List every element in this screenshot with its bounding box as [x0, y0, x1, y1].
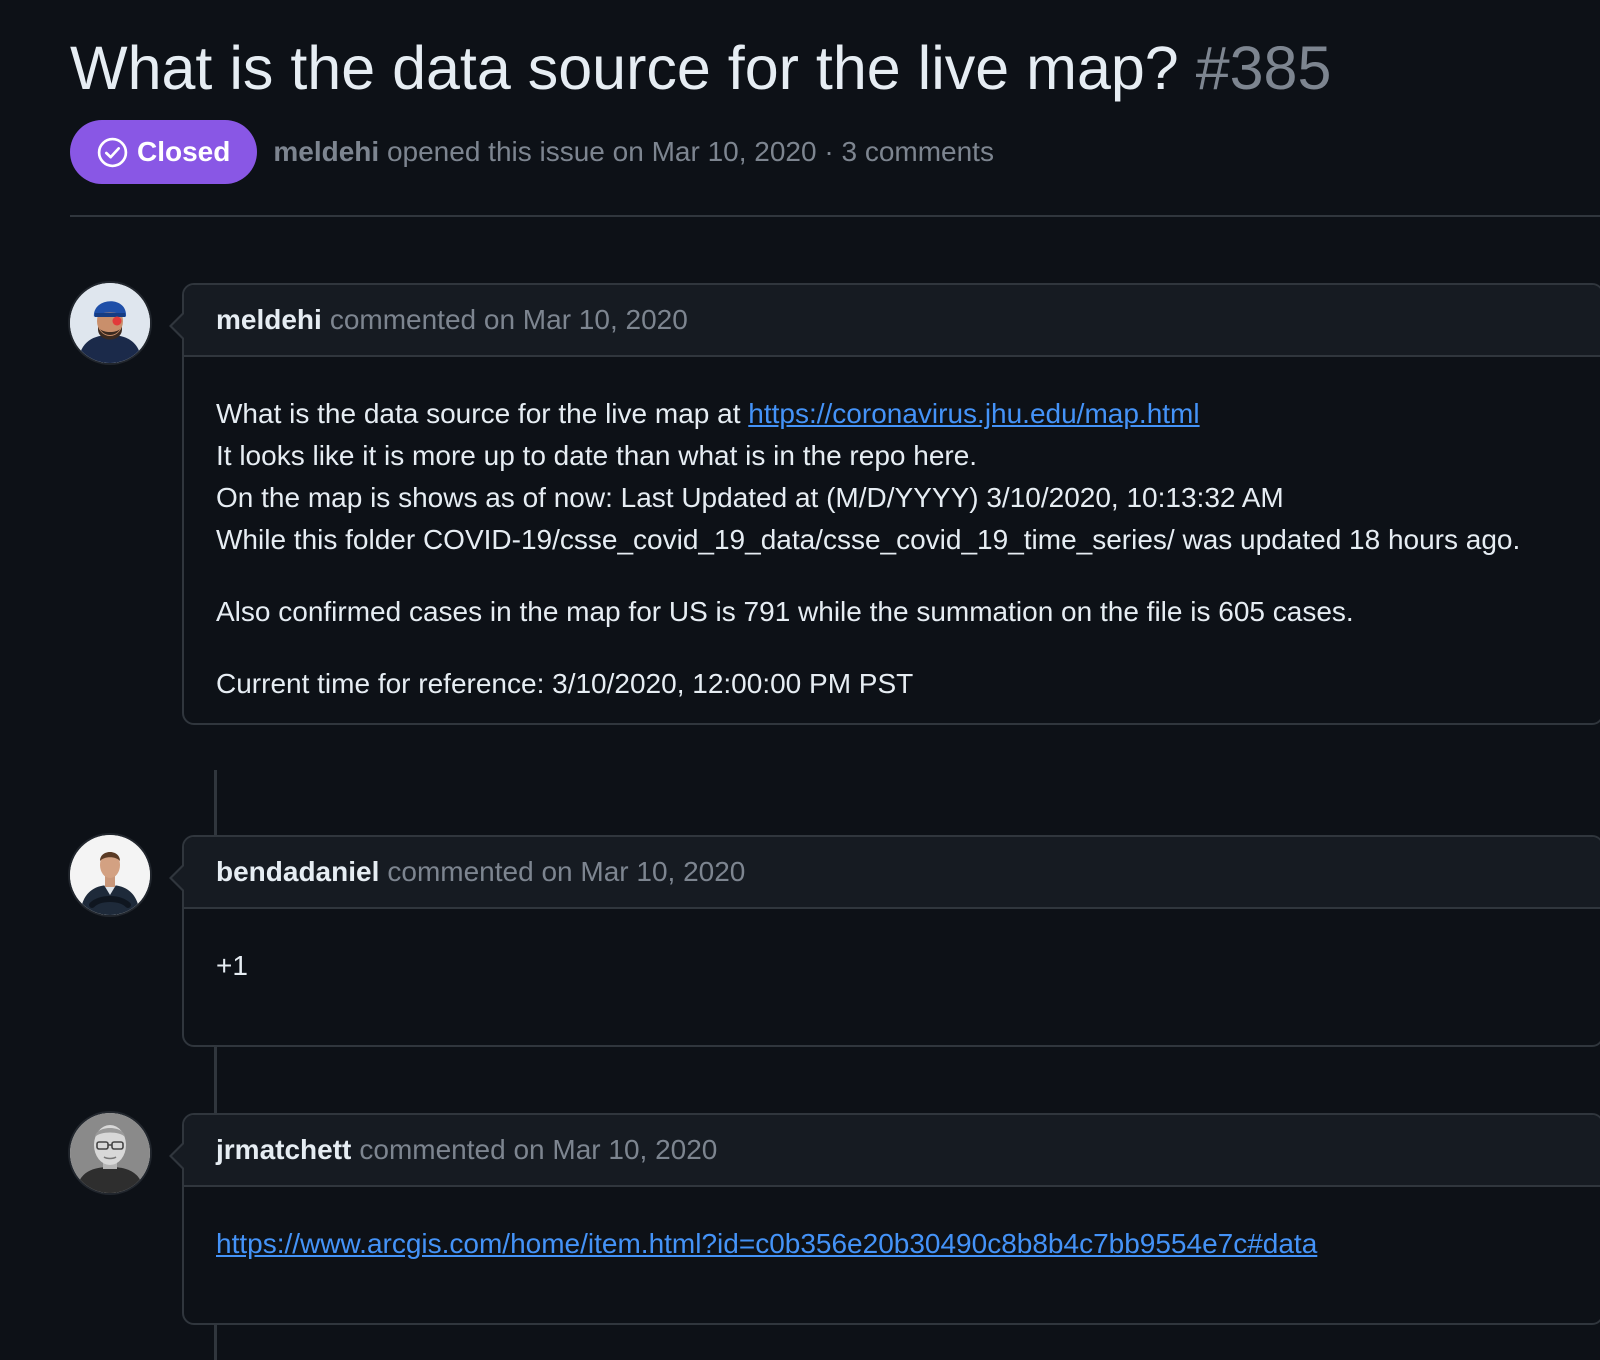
comment-text: +1	[216, 950, 248, 981]
comment-timestamp-link[interactable]: commented on Mar 10, 2020	[387, 856, 745, 888]
comment-body: What is the data source for the live map…	[184, 357, 1600, 723]
arcgis-data-link[interactable]: https://www.arcgis.com/home/item.html?id…	[216, 1228, 1317, 1259]
user-avatar-icon	[70, 1113, 150, 1193]
comment-line-text: What is the data source for the live map…	[216, 398, 749, 429]
comment-author-link[interactable]: jrmatchett	[216, 1134, 351, 1166]
issue-number: #385	[1195, 34, 1332, 102]
comment-header: meldehi commented on Mar 10, 2020	[184, 285, 1600, 357]
comment-box: jrmatchett commented on Mar 10, 2020 htt…	[169, 1113, 1600, 1325]
jhu-map-link[interactable]: https://coronavirus.jhu.edu/map.html	[748, 398, 1199, 429]
comment-line: What is the data source for the live map…	[216, 393, 1570, 435]
header-divider	[70, 215, 1600, 217]
comment-box: meldehi commented on Mar 10, 2020 What i…	[169, 283, 1600, 725]
comment-author-link[interactable]: meldehi	[216, 304, 322, 336]
comment-author-link[interactable]: bendadaniel	[216, 856, 379, 888]
issue-author-link[interactable]: meldehi	[273, 136, 379, 167]
issue-title-text: What is the data source for the live map…	[70, 34, 1179, 102]
avatar-bendadaniel[interactable]	[70, 835, 150, 915]
comment-paragraph: Current time for reference: 3/10/2020, 1…	[216, 668, 914, 699]
comment-paragraph: Also confirmed cases in the map for US i…	[216, 596, 1354, 627]
issue-opened-info: meldehi opened this issue on Mar 10, 202…	[273, 136, 994, 168]
check-circle-icon	[97, 137, 128, 167]
comment-header: jrmatchett commented on Mar 10, 2020	[184, 1115, 1600, 1187]
closed-status-badge: Closed	[70, 120, 258, 184]
issue-title: What is the data source for the live map…	[70, 28, 1600, 108]
timeline-connector	[214, 1046, 217, 1114]
comment-line: While this folder COVID-19/csse_covid_19…	[216, 524, 1521, 555]
comment-body: +1	[184, 909, 1600, 1045]
comment-box: bendadaniel commented on Mar 10, 2020 +1	[169, 835, 1600, 1047]
comment-timestamp-link[interactable]: commented on Mar 10, 2020	[330, 304, 688, 336]
issue-page: What is the data source for the live map…	[0, 0, 1600, 1360]
timeline-connector	[214, 770, 217, 838]
comment-line: https://www.arcgis.com/home/item.html?id…	[216, 1223, 1570, 1265]
issue-meta: Closed meldehi opened this issue on Mar …	[70, 120, 994, 184]
comment-body: https://www.arcgis.com/home/item.html?id…	[184, 1187, 1600, 1323]
issue-header: What is the data source for the live map…	[70, 28, 1600, 108]
status-badge-label: Closed	[137, 136, 231, 167]
avatar-meldehi[interactable]	[70, 283, 150, 363]
comment-header: bendadaniel commented on Mar 10, 2020	[184, 837, 1600, 909]
comment-line: It looks like it is more up to date than…	[216, 440, 978, 471]
avatar-jrmatchett[interactable]	[70, 1113, 150, 1193]
comment-timestamp-link[interactable]: commented on Mar 10, 2020	[359, 1134, 717, 1166]
user-avatar-icon	[70, 283, 150, 363]
comment-line: On the map is shows as of now: Last Upda…	[216, 482, 1284, 513]
issue-opened-text: opened this issue on Mar 10, 2020 · 3 co…	[386, 136, 994, 167]
user-avatar-icon	[70, 835, 150, 915]
